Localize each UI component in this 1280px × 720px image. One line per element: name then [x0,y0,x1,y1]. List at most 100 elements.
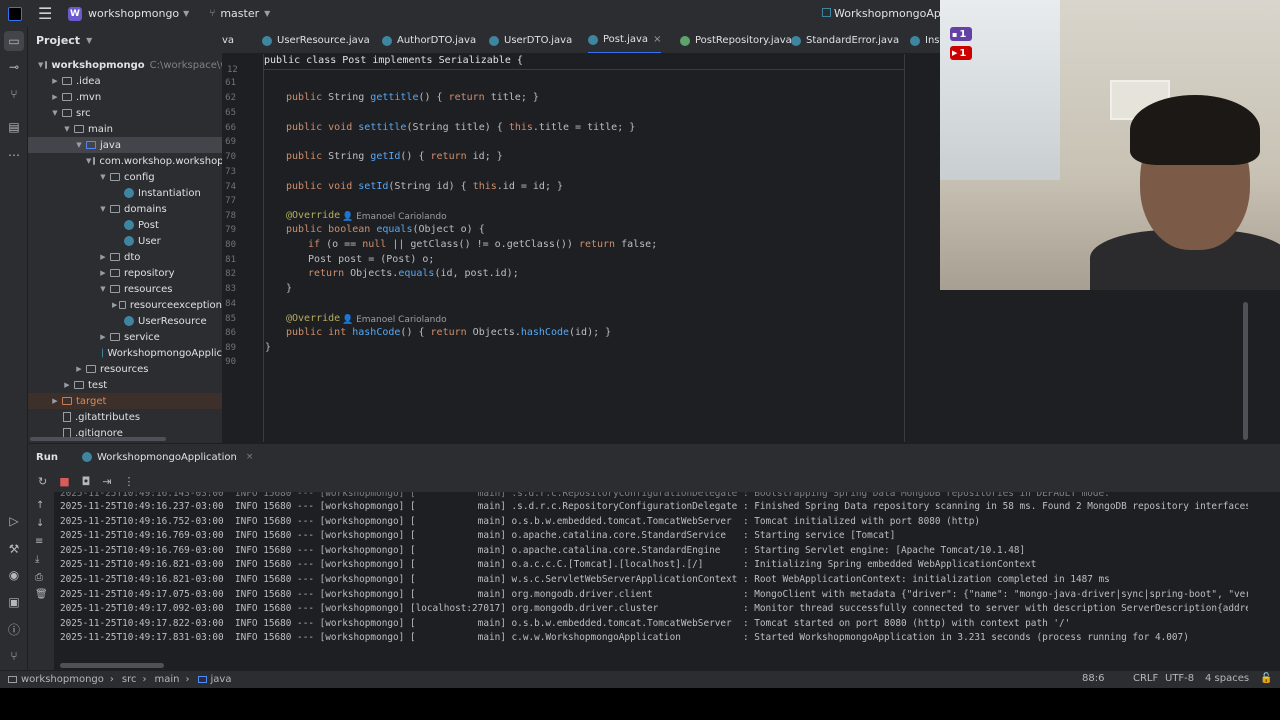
tree-expand-icon[interactable]: ▶ [50,397,60,405]
code-line[interactable]: @Override [286,313,340,324]
run-tab[interactable]: WorkshopmongoApplication × [81,452,254,463]
editor-tab[interactable]: UserResource.java [262,27,370,53]
scroll-to-end-icon[interactable]: ⤓ [35,554,39,565]
tree-expand-icon[interactable]: ▶ [98,269,108,277]
tree-item[interactable]: ▶ .mvn [28,89,222,105]
tree-item[interactable]: ▶ resourceexception [28,297,222,313]
breadcrumb-item[interactable]: java [197,674,231,685]
tree-item[interactable]: ▶ repository [28,265,222,281]
code-line[interactable]: } [286,283,292,294]
more-tools-icon[interactable]: ⋯ [6,147,22,163]
editor-tab[interactable]: PostRepository.java [680,27,792,53]
camera-icon[interactable]: ◘ [82,475,91,488]
pull-requests-icon[interactable]: ⑂ [6,86,22,102]
code-line[interactable]: public int hashCode() { return Objects.h… [286,327,611,338]
tree-item[interactable]: ▶ service [28,329,222,345]
caret-position[interactable]: 88:6 [1082,673,1104,684]
code-line[interactable]: @Override [286,210,340,221]
tree-expand-icon[interactable]: ▼ [62,125,72,133]
code-line[interactable]: if (o == null || getClass() != o.getClas… [308,239,657,250]
rerun-icon[interactable]: ↻ [38,475,47,488]
tree-item[interactable]: ▼ com.workshop.workshopmo [28,153,222,169]
file-encoding[interactable]: UTF-8 [1165,673,1194,684]
problems-icon[interactable]: ⓘ [6,621,22,637]
tree-expand-icon[interactable]: ▶ [50,93,60,101]
tree-item[interactable]: WorkshopmongoApplic [28,345,222,361]
line-separator[interactable]: CRLF [1133,673,1158,684]
tree-item[interactable]: ▼ domains [28,201,222,217]
chevron-down-icon[interactable]: ▼ [86,36,92,45]
project-tool-icon[interactable]: ▭ [4,31,24,51]
tree-item[interactable]: ▶ target [28,393,222,409]
tree-expand-icon[interactable]: ▼ [50,109,60,117]
more-icon[interactable]: ⋮ [124,475,135,488]
tree-item[interactable]: UserResource [28,313,222,329]
code-line[interactable]: public String getId() { return id; } [286,151,503,162]
main-menu-icon[interactable]: ☰ [38,4,54,23]
console-hscrollbar[interactable] [60,663,164,668]
tree-hscrollbar[interactable] [30,437,166,441]
code-line[interactable]: public boolean equals(Object o) { [286,224,485,235]
tree-expand-icon[interactable]: ▼ [98,205,108,213]
project-name[interactable]: workshopmongo [88,7,179,20]
tree-item[interactable]: User [28,233,222,249]
branch-selector[interactable]: ⑂ master ▼ [209,7,270,20]
tree-expand-icon[interactable]: ▼ [86,157,91,165]
editor-tab[interactable]: UserDTO.java [489,27,572,53]
build-icon[interactable]: ⚒ [6,541,22,557]
exit-icon[interactable]: ⇥ [102,475,111,488]
tree-expand-icon[interactable]: ▶ [50,77,60,85]
code-line[interactable]: return Objects.equals(id, post.id); [308,268,519,279]
tree-item[interactable]: ▼ src [28,105,222,121]
tree-expand-icon[interactable]: ▶ [98,333,108,341]
tree-expand-icon[interactable]: ▶ [62,381,72,389]
tree-expand-icon[interactable]: ▼ [98,173,108,181]
tree-item[interactable]: Instantiation [28,185,222,201]
author-inlay-hint[interactable]: 👤 Emanoel Cariolando [342,212,447,222]
commit-icon[interactable]: ⊸ [6,59,22,75]
close-icon[interactable]: × [653,34,661,45]
tree-item[interactable]: ▼ workshopmongo C:\workspace\works [28,57,222,73]
tree-item[interactable]: ▶ .idea [28,73,222,89]
breadcrumb-item[interactable]: src [122,674,137,685]
up-arrow-icon[interactable]: ↑ [36,500,44,511]
project-panel-header[interactable]: Project ▼ [28,27,222,54]
editor-scrollbar[interactable] [1243,302,1248,440]
down-arrow-icon[interactable]: ↓ [36,518,44,529]
tree-expand-icon[interactable]: ▼ [74,141,84,149]
tree-item[interactable]: ▶ resources [28,361,222,377]
tree-item[interactable]: ▼ config [28,169,222,185]
editor-tab[interactable]: va [222,27,234,53]
tree-item[interactable]: ▼ main [28,121,222,137]
lock-icon[interactable]: 🔓 [1260,673,1272,684]
structure-icon[interactable]: ▤ [6,119,22,135]
print-icon[interactable]: ⎙ [35,572,43,583]
tree-item[interactable]: ▼ java [28,137,222,153]
tree-item[interactable]: ▼ resources [28,281,222,297]
breadcrumb-item[interactable]: workshopmongo [8,674,104,685]
tree-expand-icon[interactable]: ▶ [74,365,84,373]
trash-icon[interactable]: 🗑 [35,589,48,600]
code-line[interactable]: public String gettitle() { return title;… [286,92,539,103]
tree-item[interactable]: ▶ test [28,377,222,393]
code-line[interactable]: Post post = (Post) o; [308,254,434,265]
editor-tab[interactable]: Post.java × [588,27,662,53]
run-tool-icon[interactable]: ▷ [6,513,22,529]
tree-item[interactable]: ▶ dto [28,249,222,265]
console-output[interactable]: 2025-11-25T10:49:16.143-03:00 INFO 15680… [54,492,1248,670]
tree-expand-icon[interactable]: ▶ [98,253,108,261]
tree-expand-icon[interactable]: ▼ [98,285,108,293]
code-line[interactable]: public void setId(String id) { this.id =… [286,181,563,192]
code-line[interactable]: } [265,342,271,353]
tree-item[interactable]: Post [28,217,222,233]
indent-setting[interactable]: 4 spaces [1205,673,1249,684]
tree-item[interactable]: .gitattributes [28,409,222,425]
editor-tab[interactable]: StandardError.java [791,27,899,53]
close-icon[interactable]: × [246,452,254,462]
soft-wrap-icon[interactable]: ≡ [35,536,43,547]
breadcrumb-item[interactable]: main [155,674,180,685]
tree-expand-icon[interactable]: ▶ [112,301,117,309]
editor-tab[interactable]: Inst [910,27,940,53]
tree-expand-icon[interactable]: ▼ [38,61,43,69]
author-inlay-hint[interactable]: 👤 Emanoel Cariolando [342,315,447,325]
